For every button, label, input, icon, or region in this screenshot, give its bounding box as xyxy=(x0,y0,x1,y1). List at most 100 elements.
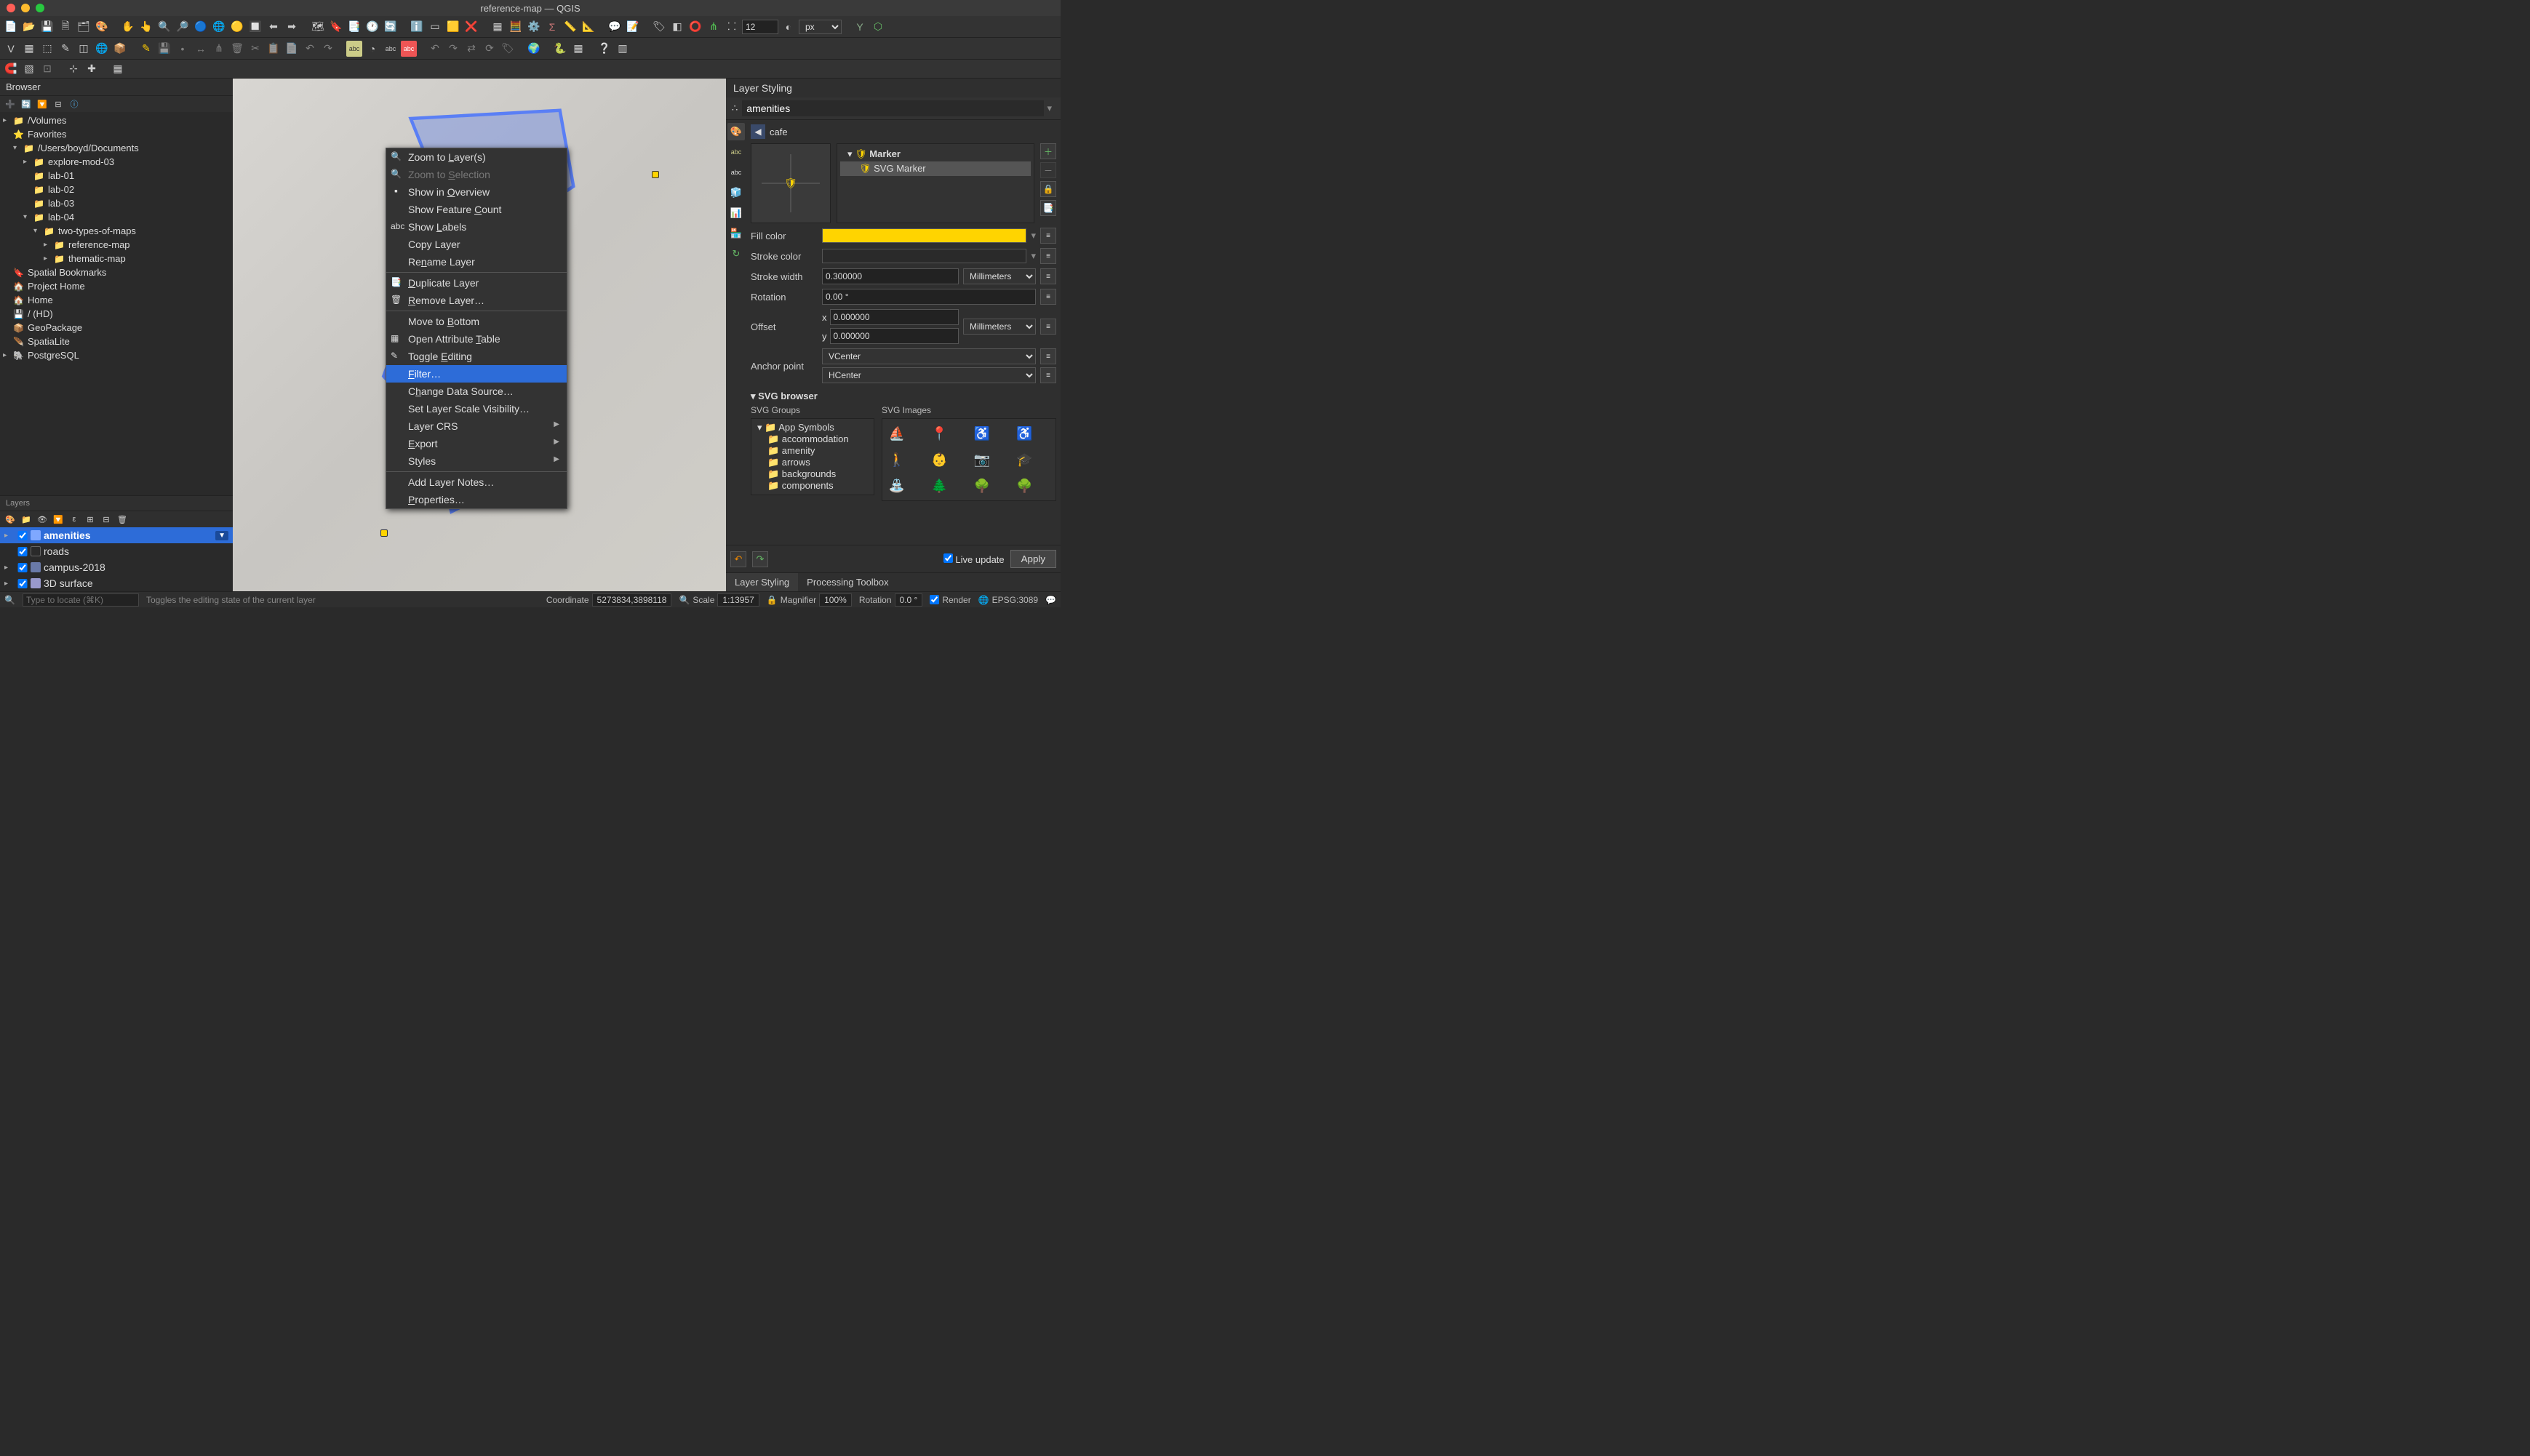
zoom-selection-icon[interactable]: 🟡 xyxy=(229,19,245,35)
zoom-next-icon[interactable]: ➡ xyxy=(284,19,300,35)
rotation-sb-value[interactable]: 0.0 ° xyxy=(895,593,923,607)
svg-image-item[interactable]: ⛲ xyxy=(887,476,907,496)
snap-segment-icon[interactable]: ✚ xyxy=(84,61,100,77)
add-symbol-layer-button[interactable]: ＋ xyxy=(1040,143,1056,159)
new-print-layout-icon[interactable]: 🗎 xyxy=(57,19,73,35)
rotate-label-icon[interactable]: ⟳ xyxy=(482,41,498,57)
properties-widget-icon[interactable]: ⓘ xyxy=(68,98,80,110)
zoom-layer-icon[interactable]: 🔲 xyxy=(247,19,263,35)
locator-input[interactable] xyxy=(23,593,139,607)
new-bookmark-icon[interactable]: 🔖 xyxy=(328,19,344,35)
labels2-tab-icon[interactable]: abc xyxy=(727,164,745,181)
symbol-tree-item[interactable]: ▾ 🛡 Marker xyxy=(840,147,1031,161)
layers-remove-icon[interactable]: 🗑 xyxy=(116,513,128,525)
add-feature-icon[interactable]: • xyxy=(175,41,191,57)
history-tab-icon[interactable]: ↻ xyxy=(727,245,745,263)
browser-item[interactable]: ▸🐘PostgreSQL xyxy=(0,348,233,362)
redo-style-button[interactable]: ↷ xyxy=(752,551,768,567)
zoom-last-icon[interactable]: ⬅ xyxy=(266,19,282,35)
measure-icon[interactable]: 📏 xyxy=(562,19,578,35)
no-action-icon[interactable]: ⭕ xyxy=(687,19,703,35)
context-menu-item[interactable]: Change Data Source… xyxy=(386,383,567,400)
context-menu-item[interactable]: Add Layer Notes… xyxy=(386,473,567,491)
layer-item[interactable]: roads xyxy=(0,543,233,559)
select-icon[interactable]: ▭ xyxy=(427,19,443,35)
stroke-width-input[interactable] xyxy=(822,268,959,284)
svg-image-item[interactable]: 🌲 xyxy=(930,476,950,496)
layers-visibility-icon[interactable]: 👁 xyxy=(36,513,48,525)
svg-image-item[interactable]: 🚶 xyxy=(887,449,907,470)
open-project-icon[interactable]: 📂 xyxy=(21,19,37,35)
context-menu-item[interactable]: Rename Layer xyxy=(386,253,567,271)
symbology-tab-icon[interactable]: 🎨 xyxy=(727,123,745,140)
layer-item[interactable]: ▸3D surface xyxy=(0,575,233,591)
python-icon[interactable]: 🐍 xyxy=(552,41,568,57)
context-menu-item[interactable]: Move to Bottom xyxy=(386,313,567,330)
context-menu-item[interactable]: Show Feature Count xyxy=(386,201,567,218)
anchor-h-select[interactable]: HCenter xyxy=(822,367,1036,383)
crs-icon[interactable]: 🌐 xyxy=(978,595,989,605)
svg-group-item[interactable]: 📁 amenity xyxy=(754,445,871,457)
add-delimited-icon[interactable]: ✎ xyxy=(57,41,73,57)
layer-item[interactable]: ▸amenities▼ xyxy=(0,527,233,543)
svg-image-item[interactable]: 📷 xyxy=(972,449,992,470)
add-wms-icon[interactable]: 🌐 xyxy=(94,41,110,57)
lock-symbol-button[interactable]: 🔒 xyxy=(1040,181,1056,197)
dock-icon[interactable]: ▥ xyxy=(615,41,631,57)
svg-groups-tree[interactable]: ▾ 📁 App Symbols 📁 accommodation 📁 amenit… xyxy=(751,418,874,495)
symbol-tree-item[interactable]: 🛡 SVG Marker xyxy=(840,161,1031,176)
offset-unit-select[interactable]: Millimeters xyxy=(963,319,1036,335)
add-raster-icon[interactable]: ▦ xyxy=(21,41,37,57)
pan-icon[interactable]: ✋ xyxy=(120,19,136,35)
svg-image-item[interactable]: 👶 xyxy=(930,449,950,470)
lock-icon[interactable]: 🔒 xyxy=(767,595,778,605)
add-layer-icon[interactable]: ➕ xyxy=(4,98,16,110)
panel-tab[interactable]: Processing Toolbox xyxy=(798,573,898,591)
context-menu-item[interactable]: 📑Duplicate Layer xyxy=(386,274,567,292)
browser-item[interactable]: 🪶SpatiaLite xyxy=(0,335,233,348)
anchor-h-dd-button[interactable]: ≡ xyxy=(1040,367,1056,383)
fill-color-picker[interactable] xyxy=(822,228,1026,243)
toolbox-icon[interactable]: ⚙️ xyxy=(526,19,542,35)
layer-item[interactable]: ▸campus-2018 xyxy=(0,559,233,575)
coord-value[interactable]: 5273834,3898118 xyxy=(592,593,672,607)
browser-tree[interactable]: ▸📁/Volumes⭐Favorites▾📁/Users/boyd/Docume… xyxy=(0,112,233,495)
right-panel-tabs[interactable]: Layer StylingProcessing Toolbox xyxy=(726,572,1061,591)
stroke-color-picker[interactable] xyxy=(822,249,1026,263)
browser-item[interactable]: 🏠Home xyxy=(0,293,233,307)
snapping-icon[interactable]: ⸬ xyxy=(724,19,740,35)
context-menu-item[interactable]: ▫️Show in Overview xyxy=(386,183,567,201)
filter-browser-icon[interactable]: 🔽 xyxy=(36,98,48,110)
undo-style-button[interactable]: ↶ xyxy=(730,551,746,567)
offset-x-input[interactable] xyxy=(830,309,959,325)
tracing-icon[interactable]: ⊡ xyxy=(39,61,55,77)
browser-item[interactable]: 📁lab-02 xyxy=(0,183,233,196)
browser-item[interactable]: 🔖Spatial Bookmarks xyxy=(0,265,233,279)
statistics-icon[interactable]: Σ xyxy=(544,19,560,35)
svg-images-grid[interactable]: ⛵📍♿♿🚶👶📷🎓⛲🌲🌳🌳 xyxy=(882,418,1056,501)
stroke-width-dd-button[interactable]: ≡ xyxy=(1040,268,1056,284)
browser-item[interactable]: ▾📁two-types-of-maps xyxy=(0,224,233,238)
back-button[interactable]: ◀ xyxy=(751,124,765,139)
paste-icon[interactable]: 📄 xyxy=(284,41,300,57)
new-geopackage-icon[interactable]: 📦 xyxy=(112,41,128,57)
apply-button[interactable]: Apply xyxy=(1010,550,1056,568)
scale-value[interactable]: 1:13957 xyxy=(717,593,759,607)
browser-item[interactable]: ▸📁reference-map xyxy=(0,238,233,252)
anchor-v-dd-button[interactable]: ≡ xyxy=(1040,348,1056,364)
layers-filter-icon[interactable]: 🔽 xyxy=(52,513,64,525)
refresh-browser-icon[interactable]: 🔄 xyxy=(20,98,32,110)
snapping-magnet-icon[interactable]: 🧲 xyxy=(3,61,19,77)
browser-item[interactable]: ▾📁/Users/boyd/Documents xyxy=(0,141,233,155)
layer-visibility-checkbox[interactable] xyxy=(17,579,28,588)
label-pin-icon[interactable]: abc xyxy=(383,41,399,57)
diagram2-icon[interactable]: ◔ xyxy=(364,41,380,57)
bg-toggle-icon[interactable]: ◐ xyxy=(781,19,797,35)
layout-manager-icon[interactable]: 🗂 xyxy=(76,19,92,35)
maximize-window-button[interactable] xyxy=(36,4,44,12)
browser-item[interactable]: 📦GeoPackage xyxy=(0,321,233,335)
copy-icon[interactable]: 📋 xyxy=(266,41,282,57)
save-edits-icon[interactable]: 💾 xyxy=(156,41,172,57)
browser-item[interactable]: 💾/ (HD) xyxy=(0,307,233,321)
browser-item[interactable]: 📁lab-03 xyxy=(0,196,233,210)
